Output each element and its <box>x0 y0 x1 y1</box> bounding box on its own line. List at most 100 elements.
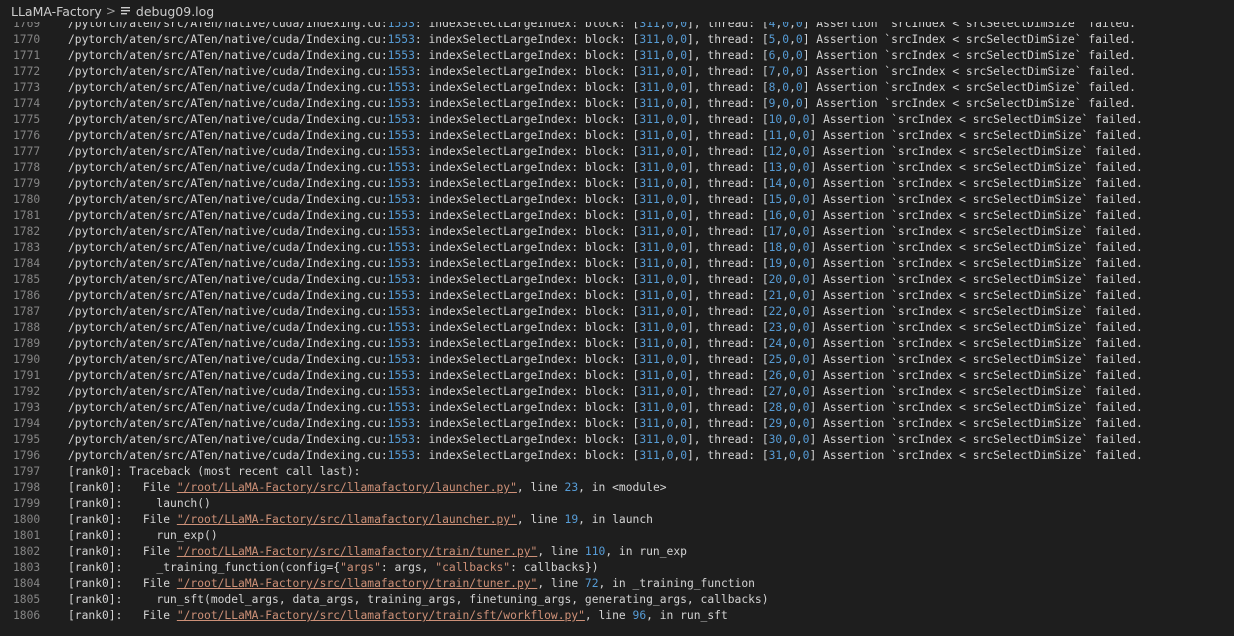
code-line[interactable]: 1792/pytorch/aten/src/ATen/native/cuda/I… <box>0 384 1234 400</box>
number-token: 0 <box>680 417 687 430</box>
code-line[interactable]: 1779/pytorch/aten/src/ATen/native/cuda/I… <box>0 176 1234 192</box>
code-line[interactable]: 1771/pytorch/aten/src/ATen/native/cuda/I… <box>0 48 1234 64</box>
code-line[interactable]: 1804 [rank0]: File "/root/LLaMA-Factory/s… <box>0 576 1234 592</box>
number-token: 1553 <box>387 385 415 398</box>
file-path-link[interactable]: "/root/LLaMA-Factory/src/llamafactory/la… <box>177 513 517 526</box>
code-line[interactable]: 1791/pytorch/aten/src/ATen/native/cuda/I… <box>0 368 1234 384</box>
code-line[interactable]: 1790/pytorch/aten/src/ATen/native/cuda/I… <box>0 352 1234 368</box>
text-token: , line <box>537 577 585 590</box>
number-token: 1553 <box>387 321 415 334</box>
code-line[interactable]: 1787/pytorch/aten/src/ATen/native/cuda/I… <box>0 304 1234 320</box>
line-number: 1787 <box>13 305 41 318</box>
file-path-link[interactable]: "/root/LLaMA-Factory/src/llamafactory/tr… <box>177 577 537 590</box>
line-number: 1800 <box>13 513 41 526</box>
line-text: /pytorch/aten/src/ATen/native/cuda/Index… <box>42 320 1143 336</box>
code-line[interactable]: 1788/pytorch/aten/src/ATen/native/cuda/I… <box>0 320 1234 336</box>
code-line[interactable]: 1801 [rank0]: run_exp() <box>0 528 1234 544</box>
code-line[interactable]: 1778/pytorch/aten/src/ATen/native/cuda/I… <box>0 160 1234 176</box>
code-line[interactable]: 1784/pytorch/aten/src/ATen/native/cuda/I… <box>0 256 1234 272</box>
code-line[interactable]: 1800 [rank0]: File "/root/LLaMA-Factory/s… <box>0 512 1234 528</box>
code-line[interactable]: 1802 [rank0]: File "/root/LLaMA-Factory/s… <box>0 544 1234 560</box>
number-token: 0 <box>680 289 687 302</box>
line-number: 1798 <box>13 481 41 494</box>
punct: , <box>795 113 803 126</box>
text-token: ], thread: [ <box>687 449 769 462</box>
code-line[interactable]: 1777/pytorch/aten/src/ATen/native/cuda/I… <box>0 144 1234 160</box>
code-line[interactable]: 1789/pytorch/aten/src/ATen/native/cuda/I… <box>0 336 1234 352</box>
punct: , <box>659 337 667 350</box>
breadcrumb-file[interactable]: debug09.log <box>136 4 214 19</box>
code-area[interactable]: 1768/pytorch/aten/src/ATen/native/cuda/I… <box>0 1 1234 624</box>
punct: , <box>795 129 803 142</box>
text-token: : indexSelectLargeIndex: block: [ <box>414 241 640 254</box>
punct: , <box>795 401 803 414</box>
code-line[interactable]: 1797 [rank0]: Traceback (most recent call… <box>0 464 1234 480</box>
chevron-right-icon: > <box>105 4 116 18</box>
text-token: ], thread: [ <box>687 353 769 366</box>
number-token: 0 <box>789 209 796 222</box>
text-token: ] Assertion `srcIndex < srcSelectDimSize… <box>809 241 1143 254</box>
path-token: /pytorch/aten/src/ATen/native/cuda/Index… <box>68 273 388 286</box>
number-token: 1553 <box>387 369 415 382</box>
code-line[interactable]: 1773/pytorch/aten/src/ATen/native/cuda/I… <box>0 80 1234 96</box>
path-token: /pytorch/aten/src/ATen/native/cuda/Index… <box>68 145 388 158</box>
code-line[interactable]: 1780/pytorch/aten/src/ATen/native/cuda/I… <box>0 192 1234 208</box>
code-line[interactable]: 1776/pytorch/aten/src/ATen/native/cuda/I… <box>0 128 1234 144</box>
code-line[interactable]: 1806 [rank0]: File "/root/LLaMA-Factory/s… <box>0 608 1234 624</box>
text-token: : indexSelectLargeIndex: block: [ <box>414 81 640 94</box>
number-token: 1553 <box>387 305 415 318</box>
line-number: 1782 <box>13 225 41 238</box>
number-token: 0 <box>795 65 803 78</box>
code-line[interactable]: 1772/pytorch/aten/src/ATen/native/cuda/I… <box>0 64 1234 80</box>
text-token: ], thread: [ <box>687 97 769 110</box>
code-line[interactable]: 1774/pytorch/aten/src/ATen/native/cuda/I… <box>0 96 1234 112</box>
code-line[interactable]: 1786/pytorch/aten/src/ATen/native/cuda/I… <box>0 288 1234 304</box>
line-number: 1786 <box>13 289 41 302</box>
path-token: /pytorch/aten/src/ATen/native/cuda/Index… <box>68 177 388 190</box>
file-path-link[interactable]: "/root/LLaMA-Factory/src/llamafactory/la… <box>177 481 517 494</box>
code-line[interactable]: 1798 [rank0]: File "/root/LLaMA-Factory/s… <box>0 480 1234 496</box>
number-token: 1553 <box>387 401 415 414</box>
code-line[interactable]: 1775/pytorch/aten/src/ATen/native/cuda/I… <box>0 112 1234 128</box>
number-token: 311 <box>639 49 660 62</box>
line-number: 1779 <box>13 177 41 190</box>
text-token: : indexSelectLargeIndex: block: [ <box>414 353 640 366</box>
text-token: : indexSelectLargeIndex: block: [ <box>414 161 640 174</box>
text-token: ], thread: [ <box>687 177 769 190</box>
number-token: 13 <box>768 161 783 174</box>
punct: , <box>659 81 667 94</box>
code-line[interactable]: 1799 [rank0]: launch() <box>0 496 1234 512</box>
text-token: ] Assertion `srcIndex < srcSelectDimSize… <box>809 273 1143 286</box>
number-token: 0 <box>680 401 687 414</box>
code-line[interactable]: 1770/pytorch/aten/src/ATen/native/cuda/I… <box>0 32 1234 48</box>
punct: , <box>795 193 803 206</box>
breadcrumb-folder[interactable]: LLaMA-Factory <box>11 4 102 19</box>
code-line[interactable]: 1785/pytorch/aten/src/ATen/native/cuda/I… <box>0 272 1234 288</box>
punct: , <box>659 353 667 366</box>
punct: , <box>795 353 803 366</box>
number-token: 1553 <box>387 417 415 430</box>
code-line[interactable]: 1803 [rank0]: _training_function(config={… <box>0 560 1234 576</box>
code-line[interactable]: 1795/pytorch/aten/src/ATen/native/cuda/I… <box>0 432 1234 448</box>
code-line[interactable]: 1796/pytorch/aten/src/ATen/native/cuda/I… <box>0 448 1234 464</box>
text-token: ] Assertion `srcIndex < srcSelectDimSize… <box>809 449 1143 462</box>
code-line[interactable]: 1805 [rank0]: run_sft(model_args, data_ar… <box>0 592 1234 608</box>
text-token: ], thread: [ <box>687 161 769 174</box>
text-token: , in run_sft <box>646 609 728 622</box>
code-line[interactable]: 1782/pytorch/aten/src/ATen/native/cuda/I… <box>0 224 1234 240</box>
text-token: ], thread: [ <box>687 337 769 350</box>
code-line[interactable]: 1783/pytorch/aten/src/ATen/native/cuda/I… <box>0 240 1234 256</box>
file-path-link[interactable]: "/root/LLaMA-Factory/src/llamafactory/tr… <box>177 545 537 558</box>
path-token: /pytorch/aten/src/ATen/native/cuda/Index… <box>68 161 388 174</box>
number-token: 0 <box>795 33 803 46</box>
line-text: [rank0]: File "/root/LLaMA-Factory/src/l… <box>42 576 755 592</box>
number-token: 0 <box>789 385 796 398</box>
text-token: ] Assertion `srcIndex < srcSelectDimSize… <box>809 145 1143 158</box>
number-token: 0 <box>789 241 796 254</box>
code-line[interactable]: 1793/pytorch/aten/src/ATen/native/cuda/I… <box>0 400 1234 416</box>
number-token: 311 <box>639 257 660 270</box>
file-path-link[interactable]: "/root/LLaMA-Factory/src/llamafactory/tr… <box>177 609 585 622</box>
code-line[interactable]: 1794/pytorch/aten/src/ATen/native/cuda/I… <box>0 416 1234 432</box>
code-line[interactable]: 1781/pytorch/aten/src/ATen/native/cuda/I… <box>0 208 1234 224</box>
number-token: 0 <box>680 449 687 462</box>
